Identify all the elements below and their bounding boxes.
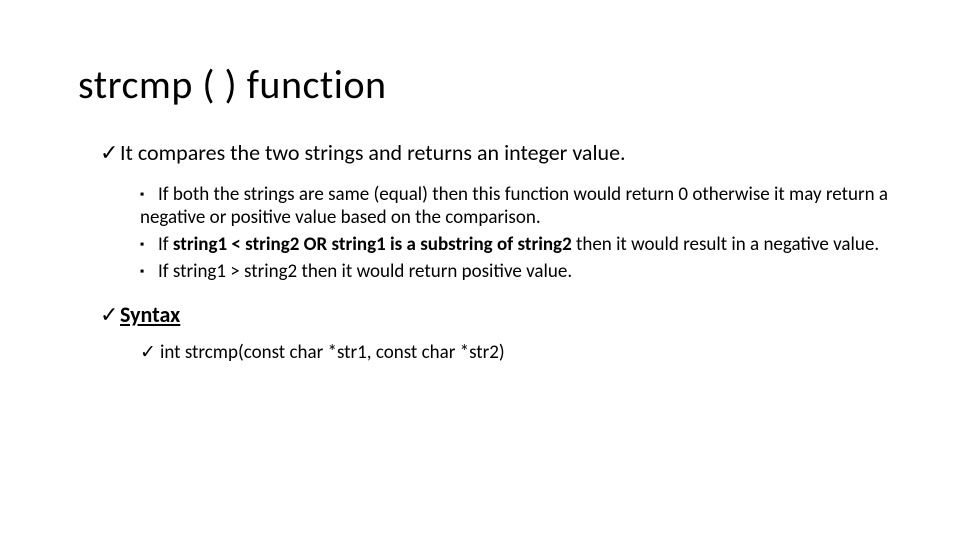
subbullet-text: If both the strings are same (equal) the… bbox=[140, 183, 888, 229]
square-bullet-icon: ▪ bbox=[140, 188, 158, 202]
subbullet-suffix: then it would result in a negative value… bbox=[572, 233, 879, 256]
slide-body: ✓It compares the two strings and returns… bbox=[100, 140, 900, 369]
subbullet-bold: string1 < string2 OR string1 is a substr… bbox=[173, 233, 572, 256]
bullet-syntax: ✓Syntax bbox=[100, 302, 900, 328]
syntax-code: int strcmp(const char *str1, const char … bbox=[160, 341, 505, 364]
checkmark-icon: ✓ bbox=[140, 342, 160, 365]
checkmark-icon: ✓ bbox=[100, 302, 120, 328]
subbullet-positive: ▪If string1 > string2 then it would retu… bbox=[140, 261, 900, 284]
syntax-heading: Syntax bbox=[120, 301, 180, 328]
subbullet-text: If string1 > string2 then it would retur… bbox=[158, 260, 572, 283]
square-bullet-icon: ▪ bbox=[140, 238, 158, 252]
subbullet-equal: ▪If both the strings are same (equal) th… bbox=[140, 184, 900, 230]
slide: strcmp ( ) function ✓It compares the two… bbox=[0, 0, 960, 540]
checkmark-icon: ✓ bbox=[100, 140, 120, 166]
subbullet-prefix: If bbox=[158, 233, 173, 256]
bullet-compares: ✓It compares the two strings and returns… bbox=[100, 140, 900, 166]
slide-title: strcmp ( ) function bbox=[78, 60, 387, 109]
syntax-line: ✓int strcmp(const char *str1, const char… bbox=[140, 342, 900, 365]
bullet-text: It compares the two strings and returns … bbox=[120, 139, 626, 166]
subbullet-negative: ▪If string1 < string2 OR string1 is a su… bbox=[140, 234, 900, 257]
square-bullet-icon: ▪ bbox=[140, 265, 158, 279]
